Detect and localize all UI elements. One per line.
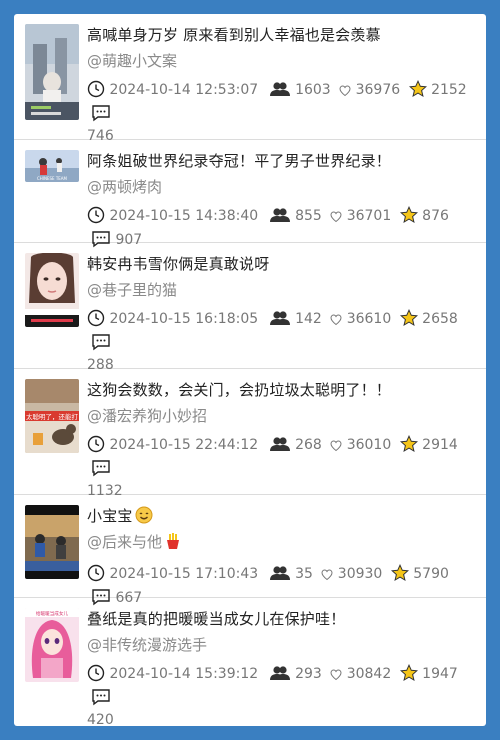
video-thumbnail[interactable] [25,253,79,327]
view-count: 35 [269,562,313,586]
users-icon [269,566,290,580]
publish-time: 2024-10-14 15:39:12 [87,662,258,686]
author-handle[interactable]: @巷子里的猫 [87,279,476,301]
author-handle[interactable]: @非传统漫游选手 [87,634,476,656]
favorite-count: 2658 [399,307,458,331]
star-icon [399,663,418,682]
comment-count [91,457,111,481]
star-icon [399,434,418,453]
fries-emoji-icon [164,532,182,556]
thumbnail-sports-icon: CHINESE TEAM [25,150,79,182]
comment-icon [92,689,110,706]
svg-text:给暖暖当成女儿: 给暖暖当成女儿 [36,610,69,617]
clock-icon [87,206,105,224]
star-icon [390,563,409,582]
thumbnail-dog-icon: 太聪明了，还能打 [25,379,79,453]
heart-icon [330,314,342,326]
thumbnail-kids-icon [25,505,79,579]
view-count: 855 [269,204,322,228]
author-handle[interactable]: @潘宏养狗小妙招 [87,405,476,427]
smile-emoji-icon [135,506,153,527]
like-count: 36976 [339,78,400,102]
video-thumbnail[interactable] [25,505,79,579]
video-title[interactable]: 这狗会数数，会关门，会扔垃圾太聪明了！！ [87,379,476,401]
comment-icon [92,334,110,351]
like-count: 36010 [330,433,391,457]
video-stats: 2024-10-14 12:53:07 1603 36976 2152 746 [87,78,476,148]
video-title[interactable]: 小宝宝 [87,505,476,527]
favorite-count: 5790 [390,562,449,586]
video-thumbnail[interactable]: 太聪明了，还能打 [25,379,79,453]
video-title[interactable]: 韩安冉韦雪你俩是真敢说呀 [87,253,476,275]
clock-icon [87,80,105,98]
video-stats: 2024-10-15 16:18:05 142 36610 2658 288 [87,307,476,377]
video-thumbnail[interactable]: 给暖暖当成女儿 [25,608,79,682]
heart-icon [330,440,342,452]
video-thumbnail[interactable]: CHINESE TEAM [25,150,79,182]
list-item[interactable]: 给暖暖当成女儿 叠纸是真的把暖暖当成女儿在保护哇！ @非传统漫游选手 2024-… [14,598,486,726]
list-item[interactable]: 小宝宝 @后来与他 2024-10-15 17:10:43 35 30930 5… [14,495,486,606]
thumbnail-face-icon [25,253,79,327]
view-count: 142 [269,307,322,331]
comment-icon [92,105,110,122]
users-icon [269,311,290,325]
author-handle[interactable]: @萌趣小文案 [87,50,476,72]
like-count: 36701 [330,204,391,228]
users-icon [269,208,290,222]
video-list: 高喊单身万岁 原来看到别人幸福也是会羡慕 @萌趣小文案 2024-10-14 1… [14,14,486,726]
video-thumbnail[interactable] [25,24,79,120]
video-stats: 2024-10-15 22:44:12 268 36010 2914 1132 [87,433,476,503]
video-title[interactable]: 阿条姐破世界纪录夺冠！平了男子世界纪录！ [87,150,476,172]
heart-icon [321,569,333,581]
users-icon [269,82,290,96]
publish-time: 2024-10-15 14:38:40 [87,204,258,228]
like-count: 30930 [321,562,382,586]
heart-icon [339,85,351,97]
thumbnail-anime-icon: 给暖暖当成女儿 [25,608,79,682]
publish-time: 2024-10-14 12:53:07 [87,78,258,102]
author-handle[interactable]: @两顿烤肉 [87,176,476,198]
comment-count-value: 420 [87,712,114,726]
star-icon [399,205,418,224]
comment-count [91,102,111,126]
favorite-count: 2914 [399,433,458,457]
star-icon [399,308,418,327]
list-item[interactable]: 高喊单身万岁 原来看到别人幸福也是会羡慕 @萌趣小文案 2024-10-14 1… [14,14,486,144]
author-handle[interactable]: @后来与他 [87,531,476,556]
favorite-count: 1947 [399,662,458,686]
like-count: 36610 [330,307,391,331]
publish-time: 2024-10-15 22:44:12 [87,433,258,457]
video-title[interactable]: 高喊单身万岁 原来看到别人幸福也是会羡慕 [87,24,476,46]
video-title[interactable]: 叠纸是真的把暖暖当成女儿在保护哇！ [87,608,476,630]
comment-count [91,331,111,355]
list-item[interactable]: 韩安冉韦雪你俩是真敢说呀 @巷子里的猫 2024-10-15 16:18:05 … [14,243,486,373]
comment-icon [92,460,110,477]
view-count: 293 [269,662,322,686]
svg-text:太聪明了，还能打: 太聪明了，还能打 [26,412,79,421]
favorite-count: 876 [399,204,449,228]
publish-time: 2024-10-15 17:10:43 [87,562,258,586]
svg-text:CHINESE TEAM: CHINESE TEAM [37,176,68,181]
users-icon [269,437,290,451]
publish-time: 2024-10-15 16:18:05 [87,307,258,331]
users-icon [269,666,290,680]
thumbnail-monument-icon [25,24,79,120]
clock-icon [87,435,105,453]
like-count: 30842 [330,662,391,686]
comment-count [91,686,111,710]
clock-icon [87,664,105,682]
clock-icon [87,564,105,582]
clock-icon [87,309,105,327]
view-count: 1603 [269,78,331,102]
star-icon [408,79,427,98]
heart-icon [330,669,342,681]
list-item[interactable]: 太聪明了，还能打 这狗会数数，会关门，会扔垃圾太聪明了！！ @潘宏养狗小妙招 2… [14,369,486,499]
list-item[interactable]: CHINESE TEAM 阿条姐破世界纪录夺冠！平了男子世界纪录！ @两顿烤肉 … [14,140,486,248]
video-stats: 2024-10-14 15:39:12 293 30842 1947 420 [87,662,476,726]
heart-icon [330,211,342,223]
favorite-count: 2152 [408,78,467,102]
view-count: 268 [269,433,322,457]
